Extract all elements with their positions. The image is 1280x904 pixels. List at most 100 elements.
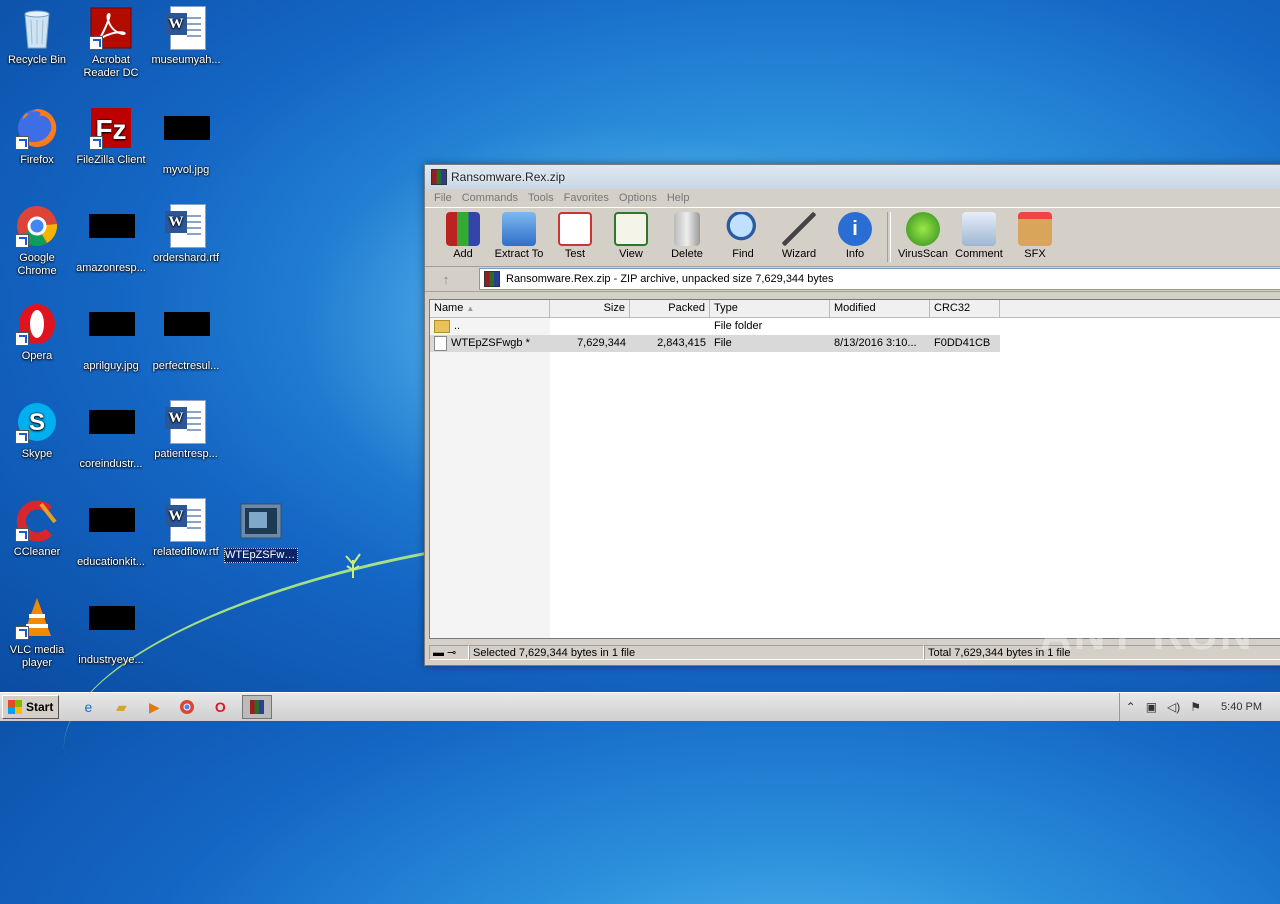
cell-size <box>550 318 630 335</box>
address-bar: ↑ Ransomware.Rex.zip - ZIP archive, unpa… <box>425 267 1280 292</box>
view-label: View <box>619 248 643 260</box>
column-type[interactable]: Type <box>710 300 830 317</box>
desktop-icon-file[interactable]: aprilguy.jpg <box>74 302 148 373</box>
desktop-icon-vlc[interactable]: VLC media player <box>0 596 74 670</box>
extract-to-button[interactable]: Extract To <box>491 208 547 260</box>
toolbar: Add Extract To Test View Delete Find Wiz… <box>425 207 1280 267</box>
comment-button[interactable]: Comment <box>951 208 1007 260</box>
menu-file[interactable]: File <box>429 192 457 204</box>
shortcut-arrow-icon <box>15 528 29 542</box>
desktop-icon-file[interactable]: amazonresp... <box>74 204 148 275</box>
books-icon <box>446 212 480 246</box>
svg-text:S: S <box>29 409 45 436</box>
desktop-icon-label: VLC media player <box>9 644 65 669</box>
media-player-icon[interactable]: ▶ <box>143 696 165 718</box>
column-size[interactable]: Size <box>550 300 630 317</box>
window-titlebar[interactable]: Ransomware.Rex.zip <box>425 165 1280 189</box>
network-icon[interactable]: ▣ <box>1146 700 1157 714</box>
column-modified[interactable]: Modified <box>830 300 930 317</box>
desktop-icon-chrome[interactable]: Google Chrome <box>0 204 74 278</box>
explorer-folder-icon[interactable]: ▰ <box>110 696 132 718</box>
folder-icon <box>434 319 450 333</box>
up-folder-button[interactable]: ↑ <box>429 269 463 289</box>
start-button[interactable]: Start <box>2 695 60 719</box>
desktop-icon-ccleaner[interactable]: CCleaner <box>0 498 74 559</box>
column-packed[interactable]: Packed <box>630 300 710 317</box>
archive-path-field[interactable]: Ransomware.Rex.zip - ZIP archive, unpack… <box>479 268 1280 290</box>
delete-button[interactable]: Delete <box>659 208 715 260</box>
desktop-icon-file[interactable]: perfectresul... <box>149 302 223 373</box>
info-button[interactable]: i Info <box>827 208 883 260</box>
desktop-icon-label: Acrobat Reader DC <box>83 54 139 79</box>
wizard-button[interactable]: Wizard <box>771 208 827 260</box>
desktop-icon-label: FileZilla Client <box>76 154 146 166</box>
desktop-icon-file[interactable]: coreindustr... <box>74 400 148 471</box>
desktop-icon-label: Google Chrome <box>17 252 57 277</box>
toolbar-separator <box>887 212 891 262</box>
winrar-icon <box>484 271 500 287</box>
file-icon <box>434 335 447 351</box>
desktop-icon-document[interactable]: relatedflow.rtf <box>149 498 223 559</box>
desktop-icon-firefox[interactable]: Firefox <box>0 106 74 167</box>
cell-crc: F0DD41CB <box>930 335 1000 352</box>
cell-packed: 2,843,415 <box>630 335 710 352</box>
table-row[interactable]: .. File folder <box>430 318 1280 335</box>
menu-favorites[interactable]: Favorites <box>559 192 614 204</box>
desktop-icon-file[interactable]: educationkit... <box>74 498 148 569</box>
desktop-icon-label: perfectresul... <box>152 360 220 372</box>
action-center-flag-icon[interactable]: ⚑ <box>1190 700 1201 714</box>
find-button[interactable]: Find <box>715 208 771 260</box>
desktop-icon-document[interactable]: ordershard.rtf <box>149 204 223 265</box>
menu-options[interactable]: Options <box>614 192 662 204</box>
test-button[interactable]: Test <box>547 208 603 260</box>
word-document-icon <box>165 400 206 444</box>
desktop-icon-file[interactable]: myvol.jpg <box>149 106 223 177</box>
desktop-icon-opera[interactable]: Opera <box>0 302 74 363</box>
desktop-icon-acrobat[interactable]: Acrobat Reader DC <box>74 6 148 80</box>
volume-icon[interactable]: ◁) <box>1167 700 1180 714</box>
desktop-icon-label: ordershard.rtf <box>152 252 220 264</box>
ie-icon[interactable]: e <box>77 696 99 718</box>
menu-tools[interactable]: Tools <box>523 192 559 204</box>
desktop-icon-recycle-bin[interactable]: Recycle Bin <box>0 6 74 67</box>
word-document-icon <box>165 204 206 248</box>
extract-to-label: Extract To <box>494 248 544 260</box>
table-row[interactable]: WTEpZSFwgb * 7,629,344 2,843,415 File 8/… <box>430 335 1280 352</box>
view-button[interactable]: View <box>603 208 659 260</box>
chrome-taskbar-icon[interactable] <box>176 696 198 718</box>
cell-type: File <box>710 335 830 352</box>
desktop-icon-document[interactable]: patientresp... <box>149 400 223 461</box>
desktop-icon-document[interactable]: museumyah... <box>149 6 223 67</box>
column-crc32[interactable]: CRC32 <box>930 300 1000 317</box>
shortcut-arrow-icon <box>15 430 29 444</box>
sort-up-icon: ▲ <box>466 304 475 313</box>
winrar-icon <box>431 169 447 185</box>
shortcut-arrow-icon <box>15 234 29 248</box>
window-title: Ransomware.Rex.zip <box>451 170 566 184</box>
virusscan-button[interactable]: VirusScan <box>895 208 951 260</box>
add-label: Add <box>453 248 473 260</box>
tray-expand-icon[interactable]: ⌃ <box>1126 700 1136 714</box>
desktop-icon-wtepzsfwgb-exe[interactable]: WTEpZSFwgb.exe <box>224 500 298 563</box>
desktop-icon-file[interactable]: industryeye... <box>74 596 148 667</box>
menu-commands[interactable]: Commands <box>457 192 523 204</box>
comment-icon <box>962 212 996 246</box>
desktop-icon-filezilla[interactable]: Fz FileZilla Client <box>74 106 148 167</box>
menu-help[interactable]: Help <box>662 192 695 204</box>
desktop-icon-label: educationkit... <box>77 556 145 568</box>
desktop-icon-skype[interactable]: S Skype <box>0 400 74 461</box>
delete-label: Delete <box>671 248 703 260</box>
sfx-button[interactable]: SFX <box>1007 208 1063 260</box>
desktop-icon-label: CCleaner <box>13 546 61 558</box>
name-column-background <box>430 318 550 638</box>
wizard-label: Wizard <box>781 248 817 260</box>
desktop-icon-label: relatedflow.rtf <box>153 546 219 558</box>
add-button[interactable]: Add <box>435 208 491 260</box>
clock[interactable]: 5:40 PM <box>1221 701 1262 713</box>
winrar-taskbar-button[interactable] <box>242 695 273 719</box>
file-list[interactable]: Name ▲ Size Packed Type Modified CRC32 .… <box>429 299 1280 639</box>
opera-taskbar-icon[interactable]: O <box>209 696 231 718</box>
cell-packed <box>630 318 710 335</box>
winrar-window[interactable]: Ransomware.Rex.zip File Commands Tools F… <box>424 164 1280 666</box>
column-name[interactable]: Name ▲ <box>430 300 550 317</box>
